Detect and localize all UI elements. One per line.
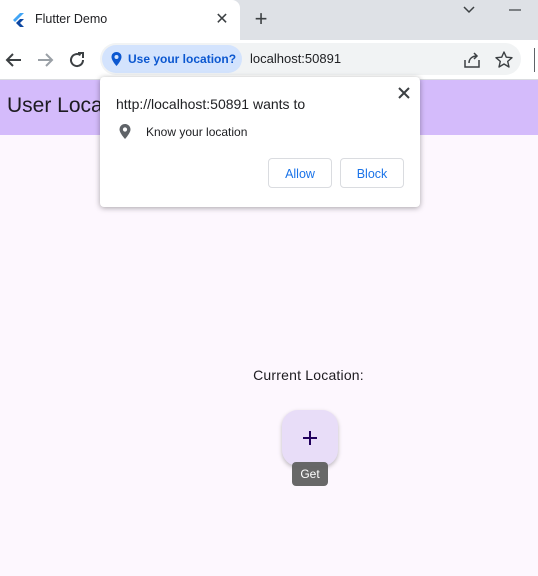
- tab-title: Flutter Demo: [35, 12, 108, 26]
- reload-icon[interactable]: [65, 48, 89, 72]
- minimize-icon[interactable]: [506, 2, 524, 18]
- side-panel-edge: [534, 48, 538, 72]
- allow-button[interactable]: Allow: [268, 158, 332, 188]
- close-tab-icon[interactable]: ✕: [212, 10, 232, 30]
- location-pin-icon: [119, 124, 131, 139]
- browser-titlebar: Flutter Demo ✕ +: [0, 0, 538, 40]
- share-icon[interactable]: [462, 50, 482, 70]
- location-pin-icon: [111, 52, 122, 66]
- new-tab-button[interactable]: +: [250, 8, 272, 32]
- plus-icon: [303, 431, 317, 445]
- permission-popup: http://localhost:50891 wants to Know you…: [100, 77, 420, 207]
- close-icon[interactable]: [395, 84, 413, 102]
- url-text[interactable]: localhost:50891: [250, 51, 341, 66]
- permission-chip-label: Use your location?: [128, 52, 237, 66]
- popup-title: http://localhost:50891 wants to: [116, 96, 306, 112]
- browser-tab[interactable]: Flutter Demo ✕: [0, 0, 240, 40]
- block-button[interactable]: Block: [340, 158, 404, 188]
- flutter-logo-icon: [13, 13, 24, 27]
- location-permission-chip[interactable]: Use your location?: [102, 45, 242, 73]
- bookmark-star-icon[interactable]: [494, 50, 514, 70]
- fab-tooltip: Get: [292, 462, 328, 486]
- forward-arrow-icon[interactable]: [33, 48, 57, 72]
- current-location-label: Current Location:: [253, 367, 364, 383]
- back-arrow-icon[interactable]: [2, 48, 26, 72]
- app-title: User Loca: [7, 94, 103, 117]
- chevron-down-icon[interactable]: [460, 2, 478, 18]
- get-location-button[interactable]: [282, 410, 338, 466]
- browser-toolbar: Use your location? localhost:50891: [0, 40, 538, 80]
- permission-description: Know your location: [146, 125, 248, 139]
